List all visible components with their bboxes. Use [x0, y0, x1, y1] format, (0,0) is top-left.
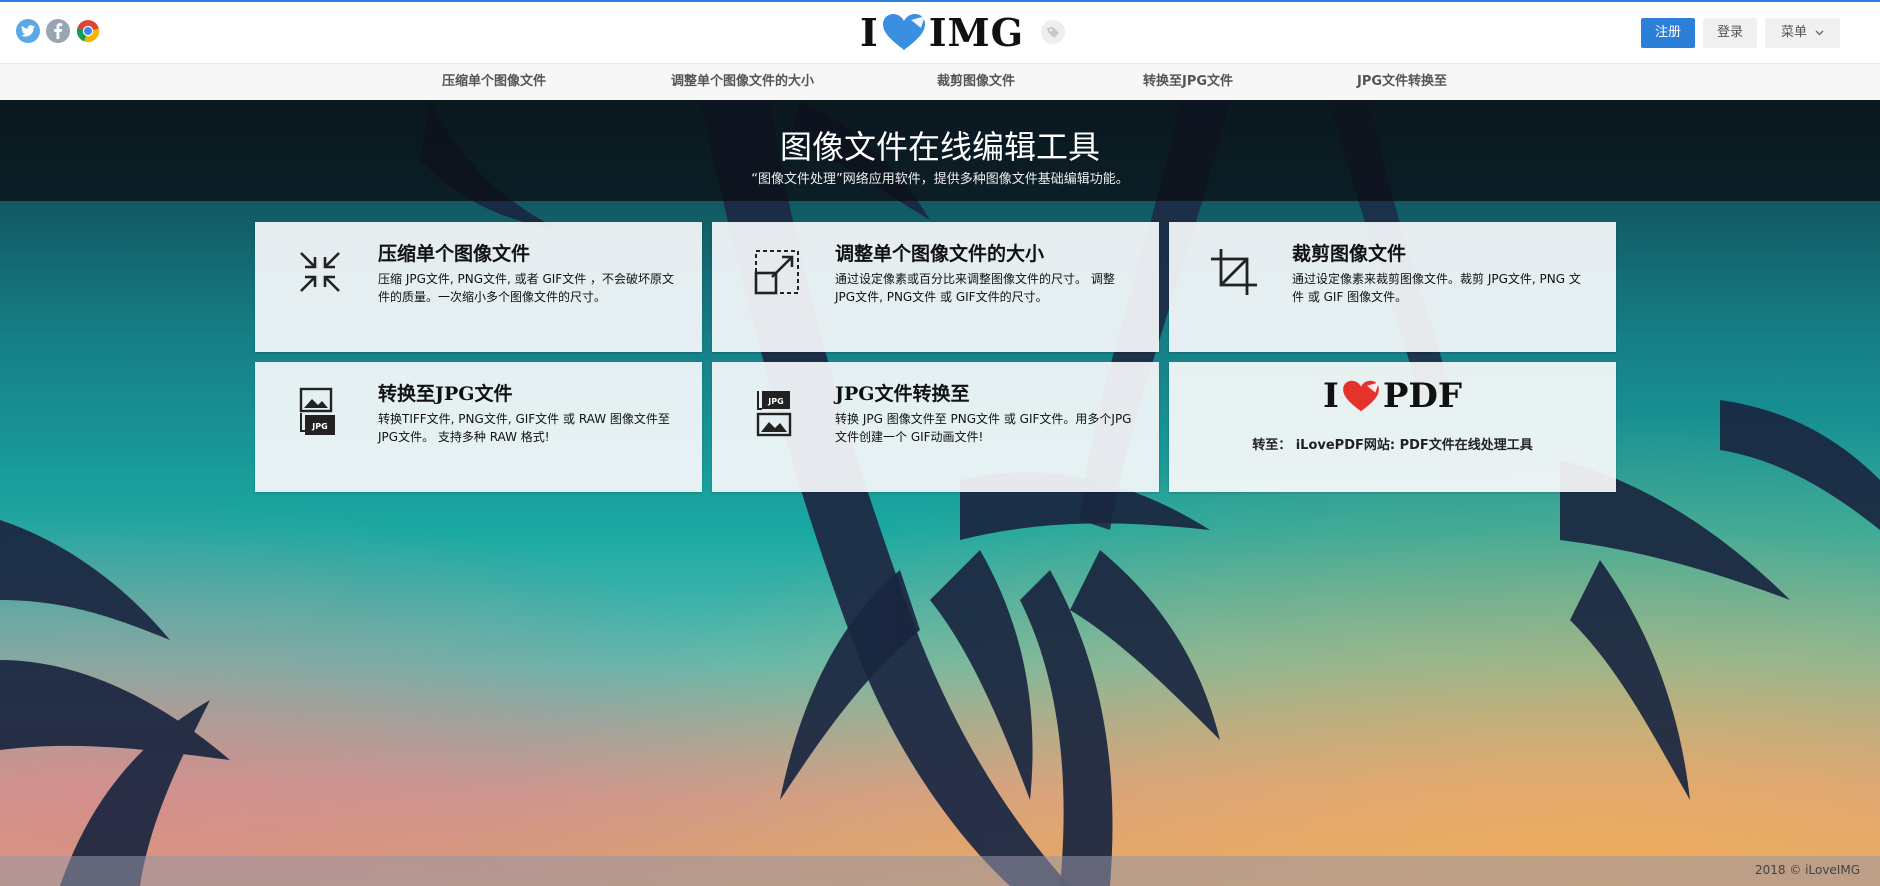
social-links: [16, 19, 100, 43]
signup-button[interactable]: 注册: [1640, 18, 1695, 48]
convert-from-jpg-icon: JPG: [756, 391, 792, 437]
hero-subtitle: “图像文件处理”网络应用软件，提供多种图像文件基础编辑功能。: [751, 172, 1129, 187]
tool-card-convert-from-jpg[interactable]: JPG JPG文件转换至 转换 JPG 图像文件至 PNG文件 或 GIF文件。…: [712, 362, 1159, 492]
nav-resize[interactable]: 调整单个图像文件的大小: [671, 64, 814, 100]
hero-title: 图像文件在线编辑工具: [779, 128, 1100, 166]
tag-icon: [1041, 20, 1066, 44]
logo-letter-i: I: [860, 9, 879, 55]
crop-icon: [1211, 249, 1257, 295]
logo-text-img: IMG: [928, 9, 1025, 55]
nav-convert-to-jpg[interactable]: 转换至JPG文件: [1143, 64, 1233, 100]
menu-button[interactable]: 菜单: [1764, 18, 1840, 48]
pdf-logo-letter-i: I: [1322, 376, 1339, 416]
chevron-down-icon: [1815, 30, 1824, 36]
facebook-icon[interactable]: [46, 19, 70, 43]
tool-nav: 压缩单个图像文件 调整单个图像文件的大小 裁剪图像文件 转换至JPG文件 JPG…: [0, 63, 1880, 101]
compress-icon: [300, 252, 340, 292]
chrome-icon[interactable]: [76, 19, 100, 43]
card-description: 压缩 JPG文件, PNG文件, 或者 GIF文件 ，不会破坏原文件的质量。一次…: [378, 272, 675, 304]
nav-crop[interactable]: 裁剪图像文件: [937, 64, 1015, 100]
card-title: 转换至JPG文件: [378, 383, 513, 405]
copyright: 2018 © iLoveIMG: [1755, 863, 1860, 877]
card-description: 通过设定像素或百分比来调整图像文件的尺寸。 调整 JPG文件, PNG文件 或 …: [835, 272, 1115, 304]
header-buttons: 注册 登录 菜单: [1640, 18, 1840, 48]
footer: 2018 © iLoveIMG: [0, 856, 1880, 886]
hero-title-bar: 图像文件在线编辑工具 “图像文件处理”网络应用软件，提供多种图像文件基础编辑功能…: [0, 100, 1880, 201]
resize-icon: [754, 250, 799, 295]
login-button[interactable]: 登录: [1702, 18, 1757, 48]
card-title: 压缩单个图像文件: [378, 243, 531, 265]
tool-card-compress[interactable]: 压缩单个图像文件 压缩 JPG文件, PNG文件, 或者 GIF文件 ，不会破坏…: [255, 222, 702, 352]
tool-card-resize[interactable]: 调整单个图像文件的大小 通过设定像素或百分比来调整图像文件的尺寸。 调整 JPG…: [712, 222, 1159, 352]
hero-section: 图像文件在线编辑工具 “图像文件处理”网络应用软件，提供多种图像文件基础编辑功能…: [0, 100, 1880, 886]
ilovepdf-link-text: 转至： iLovePDF网站: PDF文件在线处理工具: [1252, 438, 1533, 453]
nav-convert-from-jpg[interactable]: JPG文件转换至: [1357, 64, 1447, 100]
card-title: 裁剪图像文件: [1292, 243, 1407, 265]
svg-text:JPG: JPG: [767, 397, 783, 406]
tool-card-crop[interactable]: 裁剪图像文件 通过设定像素来裁剪图像文件。裁剪 JPG文件, PNG 文件 或 …: [1169, 222, 1616, 352]
heart-icon: [882, 14, 925, 50]
ilovepdf-link-card[interactable]: I PDF 转至： iLovePDF网站: PDF文件在线处理工具: [1169, 362, 1616, 492]
palm-tree-background: [0, 100, 1880, 886]
ilovepdf-logo: I PDF: [1169, 376, 1616, 416]
site-logo[interactable]: I IMG: [860, 9, 1066, 55]
twitter-icon[interactable]: [16, 19, 40, 43]
card-description: 通过设定像素来裁剪图像文件。裁剪 JPG文件, PNG 文件 或 GIF 图像文…: [1292, 272, 1581, 304]
card-description: 转换TIFF文件, PNG文件, GIF文件 或 RAW 图像文件至 JPG文件…: [378, 412, 670, 444]
card-title: 调整单个图像文件的大小: [835, 243, 1045, 265]
tool-card-convert-to-jpg[interactable]: JPG 转换至JPG文件 转换TIFF文件, PNG文件, GIF文件 或 RA…: [255, 362, 702, 492]
convert-to-jpg-icon: JPG: [299, 387, 335, 435]
pdf-logo-text: PDF: [1382, 376, 1463, 416]
card-description: 转换 JPG 图像文件至 PNG文件 或 GIF文件。用多个JPG文件创建一个 …: [835, 412, 1132, 444]
card-title: JPG文件转换至: [835, 383, 970, 405]
menu-button-label: 菜单: [1780, 25, 1807, 40]
nav-compress[interactable]: 压缩单个图像文件: [442, 64, 546, 100]
heart-icon: [1342, 380, 1379, 412]
svg-text:JPG: JPG: [311, 422, 327, 431]
header: I IMG 注册 登录 菜单: [0, 2, 1880, 63]
